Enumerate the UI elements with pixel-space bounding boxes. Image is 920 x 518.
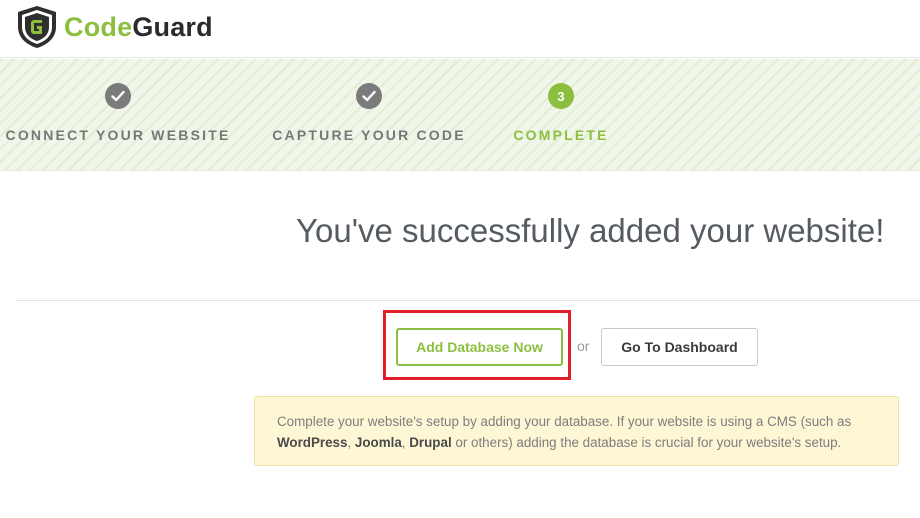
brand-name-part1: Code [64,11,133,42]
success-headline: You've successfully added your website! [296,212,885,249]
notice-text-line1: Complete your website's setup by adding … [277,414,852,429]
cms-drupal: Drupal [409,435,452,450]
notice-separator-1: , [347,435,355,450]
codeguard-shield-icon [18,6,56,48]
database-setup-notice: Complete your website's setup by adding … [254,396,899,466]
step-3-label: COMPLETE [513,127,609,143]
step-1-label: CONNECT YOUR WEBSITE [5,127,231,143]
progress-steps: CONNECT YOUR WEBSITE CAPTURE YOUR CODE 3… [0,59,920,171]
divider [16,300,920,301]
step-1-check-icon [105,83,131,109]
step-capture-code: CAPTURE YOUR CODE [272,83,464,143]
step-2-check-icon [356,83,382,109]
go-to-dashboard-button[interactable]: Go To Dashboard [601,328,758,366]
step-3-number: 3 [548,83,574,109]
step-2-label: CAPTURE YOUR CODE [272,127,466,143]
top-header: CodeGuard [0,0,920,58]
add-database-button[interactable]: Add Database Now [396,328,563,366]
brand-name-part2: Guard [132,11,213,42]
cms-wordpress: WordPress [277,435,348,450]
notice-text-line2: or others) adding the database is crucia… [451,435,842,450]
codeguard-logo[interactable]: CodeGuard [14,5,213,49]
step-complete: 3 COMPLETE [513,83,606,143]
step-connect-website: CONNECT YOUR WEBSITE [6,83,228,143]
cms-joomla: Joomla [354,435,402,450]
brand-name: CodeGuard [64,11,213,42]
or-separator: or [577,338,590,354]
